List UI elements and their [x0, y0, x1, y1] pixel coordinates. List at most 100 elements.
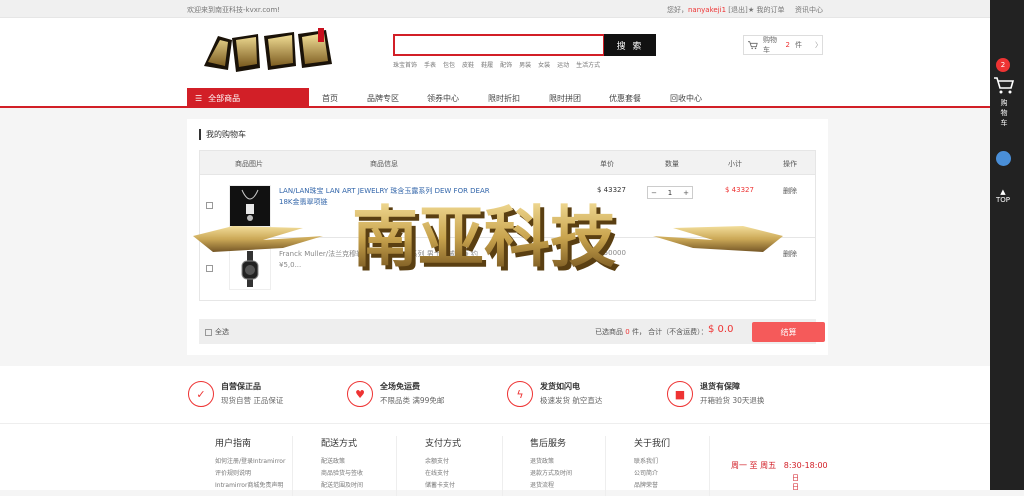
footer-link[interactable]: 余额支付: [425, 456, 502, 465]
truck-icon: ■: [667, 381, 693, 407]
logout-link[interactable]: [退出]: [728, 6, 747, 14]
search-button[interactable]: 搜 索: [604, 34, 656, 56]
watermark-logo: 南亚科技 南亚科技: [193, 199, 783, 280]
sidebar-cart-icon[interactable]: [993, 76, 1015, 94]
footer-col-aftersale: 售后服务 退货政策 退款方式及时间 退货流程: [530, 436, 606, 496]
site-header: 搜 索 珠宝首饰 手表 包包 皮鞋 鞋履 配饰 男装 女装 运动 生活方式 购物…: [0, 18, 990, 88]
col-price: 单价: [600, 160, 614, 168]
footer-link[interactable]: 退货政策: [530, 456, 605, 465]
service-time: 8:30-18:00: [783, 461, 828, 470]
footer-col-head: 关于我们: [634, 439, 671, 449]
footer-col-payment: 支付方式 余额支付 在线支付 储蓄卡支付: [425, 436, 503, 496]
service-item: ♥ 全场免运费 不限品类 满99免邮: [347, 381, 444, 407]
footer-link[interactable]: 品牌荣誉: [634, 480, 709, 489]
checkbox-icon: [205, 328, 212, 336]
footer-link[interactable]: 在线支付: [425, 468, 502, 477]
lightning-icon: ϟ: [507, 381, 533, 407]
nav-item-brands[interactable]: 品牌专区: [367, 93, 427, 104]
service-item: ✓ 自营保正品 现货自营 正品保证: [188, 381, 283, 407]
my-orders-link[interactable]: ★ 我的订单: [748, 5, 785, 15]
unit-price: $ 43327: [597, 186, 626, 194]
selected-summary: 已选商品 0 件， 合计（不含运费）：: [595, 327, 708, 337]
footer-link[interactable]: 退货流程: [530, 480, 605, 489]
all-categories-label: 全部商品: [208, 93, 241, 103]
service-guarantees: ✓ 自营保正品 现货自营 正品保证 ♥ 全场免运费 不限品类 满99免邮 ϟ 发货如…: [0, 366, 990, 424]
back-to-top-button[interactable]: ▲ TOP: [994, 188, 1012, 204]
hotword-link[interactable]: 珠宝首饰: [393, 60, 417, 69]
nav-item-home[interactable]: 首页: [322, 93, 367, 104]
service-hours-extra: 日 日: [792, 474, 799, 491]
hotword-link[interactable]: 皮鞋: [462, 60, 474, 69]
hotword-link[interactable]: 女装: [538, 60, 550, 69]
hotword-link[interactable]: 配饰: [500, 60, 512, 69]
service-hours: 周一 至 周五 8:30-18:00: [731, 460, 828, 471]
footer-link[interactable]: Intramirror商城免责声明: [215, 480, 292, 489]
hotword-link[interactable]: 男装: [519, 60, 531, 69]
footer-col-head: 配送方式: [321, 439, 358, 449]
nav-item-group-buy[interactable]: 限时拼团: [549, 93, 609, 104]
site-logo[interactable]: [198, 26, 338, 78]
delete-link[interactable]: 删除: [783, 249, 797, 259]
delete-link[interactable]: 删除: [783, 186, 797, 196]
hotword-link[interactable]: 包包: [443, 60, 455, 69]
select-all-checkbox[interactable]: 全选: [205, 327, 229, 337]
menu-icon: ☰: [195, 93, 203, 103]
service-desc: 开箱验货 30天退换: [700, 396, 765, 405]
footer-link[interactable]: 配送范围及时间: [321, 480, 396, 489]
shield-check-icon: ✓: [188, 381, 214, 407]
selected-label: 已选商品: [595, 328, 623, 336]
news-center-link[interactable]: 资讯中心: [795, 5, 823, 15]
cart-unit: 件: [795, 41, 802, 49]
main-nav: ☰ 全部商品 首页 品牌专区 领券中心 限时折扣 限时拼团 优惠套餐 回收中心: [0, 88, 990, 108]
sidebar-user-icon[interactable]: [996, 151, 1011, 166]
search-input[interactable]: [393, 34, 605, 56]
footer-links: 用户指南 如何注册/登录Intramirror 评价规则说明 Intramirr…: [0, 424, 990, 496]
chevron-right-icon: 〉: [815, 41, 822, 49]
footer-link[interactable]: 商品验货与签收: [321, 468, 396, 477]
checkout-button[interactable]: 结算: [752, 322, 825, 342]
footer-link[interactable]: 联系我们: [634, 456, 709, 465]
nav-item-recycle[interactable]: 回收中心: [670, 93, 720, 104]
col-qty: 数量: [665, 160, 679, 168]
sidebar-cart-badge: 2: [996, 58, 1010, 72]
footer-link[interactable]: 评价规则说明: [215, 468, 292, 477]
greeting-label: 您好，: [667, 6, 688, 14]
col-image: 商品图片: [235, 160, 263, 168]
hotword-link[interactable]: 运动: [557, 60, 569, 69]
footer-col-head: 售后服务: [530, 439, 567, 449]
top-label: TOP: [995, 196, 1010, 204]
sidebar-cart-label[interactable]: 购物车: [998, 98, 1010, 128]
service-item: ■ 退货有保障 开箱验货 30天退换: [667, 381, 764, 407]
nav-item-coupons[interactable]: 领券中心: [427, 93, 488, 104]
footer-link[interactable]: 退款方式及时间: [530, 468, 605, 477]
service-title: 全场免运费: [380, 382, 420, 391]
nav-item-packages[interactable]: 优惠套餐: [609, 93, 670, 104]
footer-link[interactable]: 如何注册/登录Intramirror: [215, 456, 292, 465]
row-subtotal: $ 43327: [725, 186, 754, 194]
nav-item-discount[interactable]: 限时折扣: [488, 93, 549, 104]
top-bar: 欢迎来到南亚科技-kvxr.com! 您好，nanyakeji1 [退出] ★ …: [0, 0, 990, 18]
hotword-link[interactable]: 生活方式: [576, 60, 600, 69]
hand-heart-icon: ♥: [347, 381, 373, 407]
total-label: 合计（不含运费）：: [648, 328, 708, 336]
hotword-link[interactable]: 手表: [424, 60, 436, 69]
total-amount: $ 0.0: [708, 324, 734, 335]
selected-count: 0: [625, 328, 630, 336]
cart-count: 2: [785, 41, 790, 49]
service-days: 周一 至 周五: [731, 461, 777, 470]
footer-link[interactable]: 储蓄卡支付: [425, 480, 502, 489]
all-categories-button[interactable]: ☰ 全部商品: [187, 88, 309, 108]
hotword-link[interactable]: 鞋履: [481, 60, 493, 69]
watermark-text: 南亚科技: [352, 199, 616, 276]
username-link[interactable]: nanyakeji1: [688, 6, 726, 14]
service-title: 自营保正品: [221, 382, 261, 391]
col-info: 商品信息: [370, 160, 398, 168]
service-item: ϟ 发货如闪电 极速发货 航空直达: [507, 381, 602, 407]
header-cart-button[interactable]: 购物车 2 件 〉: [743, 35, 823, 55]
footer-col-head: 用户指南: [215, 439, 252, 449]
footer-col-delivery: 配送方式 配送政策 商品验货与签收 配送范围及时间: [321, 436, 397, 496]
footer-link[interactable]: 配送政策: [321, 456, 396, 465]
footer-link[interactable]: 公司简介: [634, 468, 709, 477]
cart-icon: [748, 41, 758, 50]
service-title: 发货如闪电: [540, 382, 580, 391]
